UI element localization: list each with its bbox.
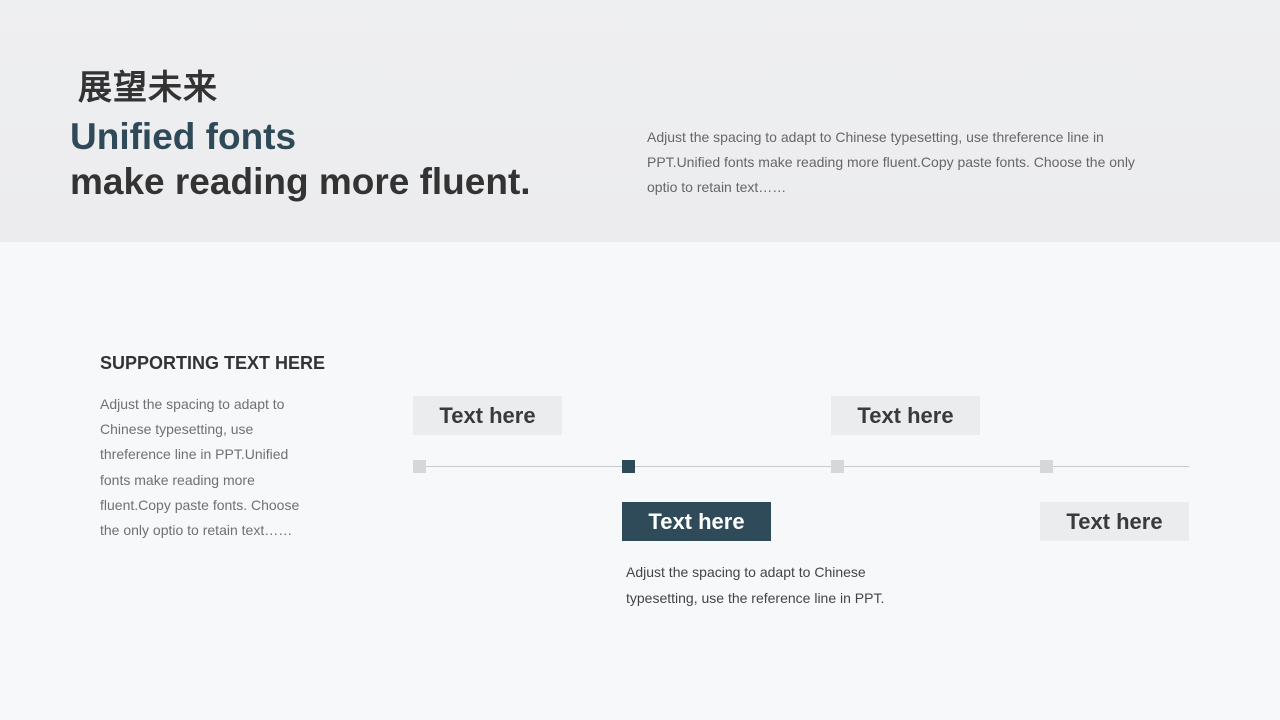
headline-line-1: Unified fonts [70,116,297,157]
timeline-label-4: Text here [1040,502,1189,541]
timeline-description: Adjust the spacing to adapt to Chinese t… [626,564,885,606]
page-title: 展望未来 [78,68,218,108]
timeline-label-1: Text here [413,396,562,435]
timeline-line [419,466,1189,467]
timeline-label-3: Text here [831,396,980,435]
timeline-node-3 [831,460,844,473]
supporting-body: Adjust the spacing to adapt to Chinese t… [100,396,300,539]
timeline-node-2 [622,460,635,473]
headline-line-2: make reading more fluent. [70,161,531,202]
timeline-node-1 [413,460,426,473]
timeline-label-2: Text here [622,502,771,541]
timeline-node-4 [1040,460,1053,473]
intro-paragraph: Adjust the spacing to adapt to Chinese t… [647,129,1135,195]
supporting-title: SUPPORTING TEXT HERE [100,353,326,373]
